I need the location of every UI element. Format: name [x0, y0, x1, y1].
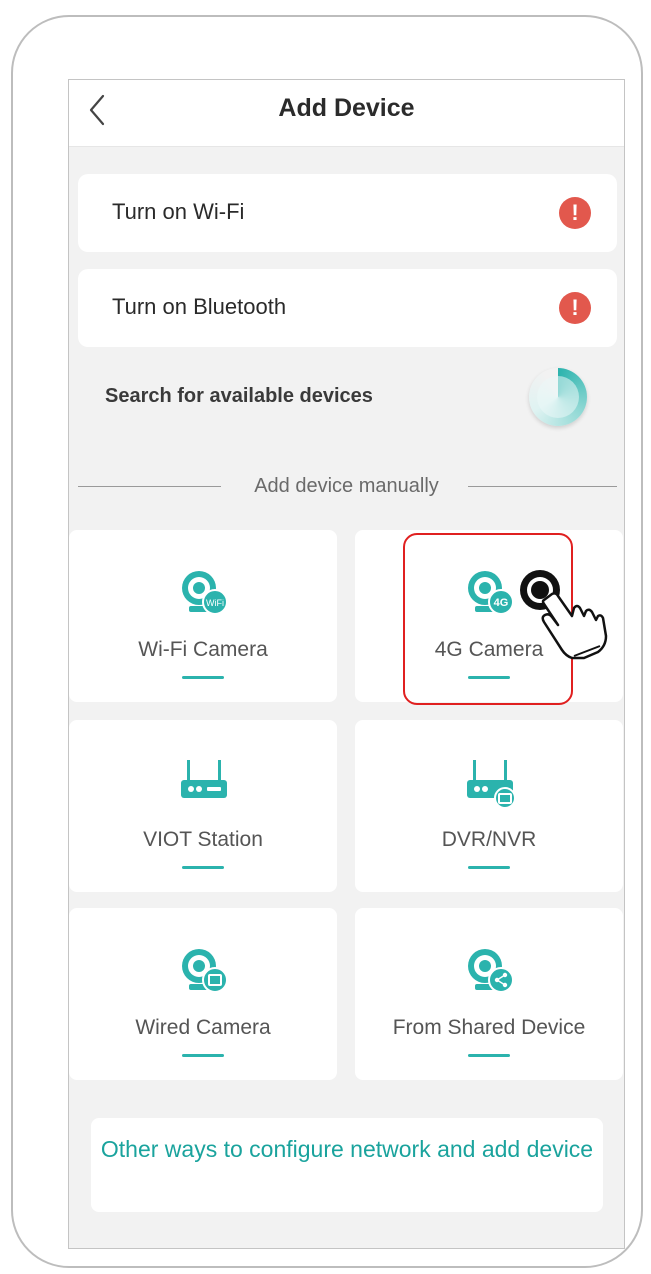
card-underline: [468, 866, 510, 869]
wired-camera-label: Wired Camera: [135, 1016, 271, 1039]
wifi-camera-card[interactable]: WiFi Wi-Fi Camera: [69, 530, 337, 702]
search-devices-label: Search for available devices: [105, 385, 373, 407]
wifi-camera-icon: WiFi: [182, 571, 228, 615]
hand-tap-icon: [520, 570, 608, 660]
card-underline: [182, 866, 224, 869]
dvr-nvr-card[interactable]: DVR/NVR: [355, 720, 623, 892]
bluetooth-permission-row[interactable]: Turn on Bluetooth !: [78, 269, 617, 347]
other-ways-button[interactable]: Other ways to configure network and add …: [91, 1118, 603, 1212]
station-router-icon: [181, 760, 227, 798]
top-bar: Add Device: [69, 80, 624, 147]
wifi-permission-row[interactable]: Turn on Wi-Fi !: [78, 174, 617, 252]
card-underline: [468, 1054, 510, 1057]
viot-station-label: VIOT Station: [143, 828, 263, 851]
dvr-nvr-label: DVR/NVR: [441, 828, 537, 851]
wifi-permission-label: Turn on Wi-Fi: [112, 199, 245, 224]
divider-right: [468, 486, 617, 487]
card-underline: [182, 1054, 224, 1057]
wired-camera-card[interactable]: Wired Camera: [69, 908, 337, 1080]
shared-device-label: From Shared Device: [392, 1016, 586, 1039]
shared-camera-icon: [468, 949, 514, 993]
wifi-camera-label: Wi-Fi Camera: [138, 638, 268, 661]
phone-frame: Add Device Turn on Wi-Fi ! Turn on Bluet…: [11, 15, 643, 1268]
alert-icon: !: [559, 197, 591, 229]
wired-camera-icon: [182, 949, 228, 993]
alert-icon: !: [559, 292, 591, 324]
card-underline: [182, 676, 224, 679]
page-title: Add Device: [278, 94, 415, 122]
svg-text:WiFi: WiFi: [206, 598, 224, 608]
app-screen: Add Device Turn on Wi-Fi ! Turn on Bluet…: [68, 79, 625, 1249]
viot-station-card[interactable]: VIOT Station: [69, 720, 337, 892]
dvr-nvr-icon: [467, 760, 516, 809]
bluetooth-permission-label: Turn on Bluetooth: [112, 294, 287, 319]
shared-device-card[interactable]: From Shared Device: [355, 908, 623, 1080]
searching-spinner-icon: [529, 368, 587, 426]
